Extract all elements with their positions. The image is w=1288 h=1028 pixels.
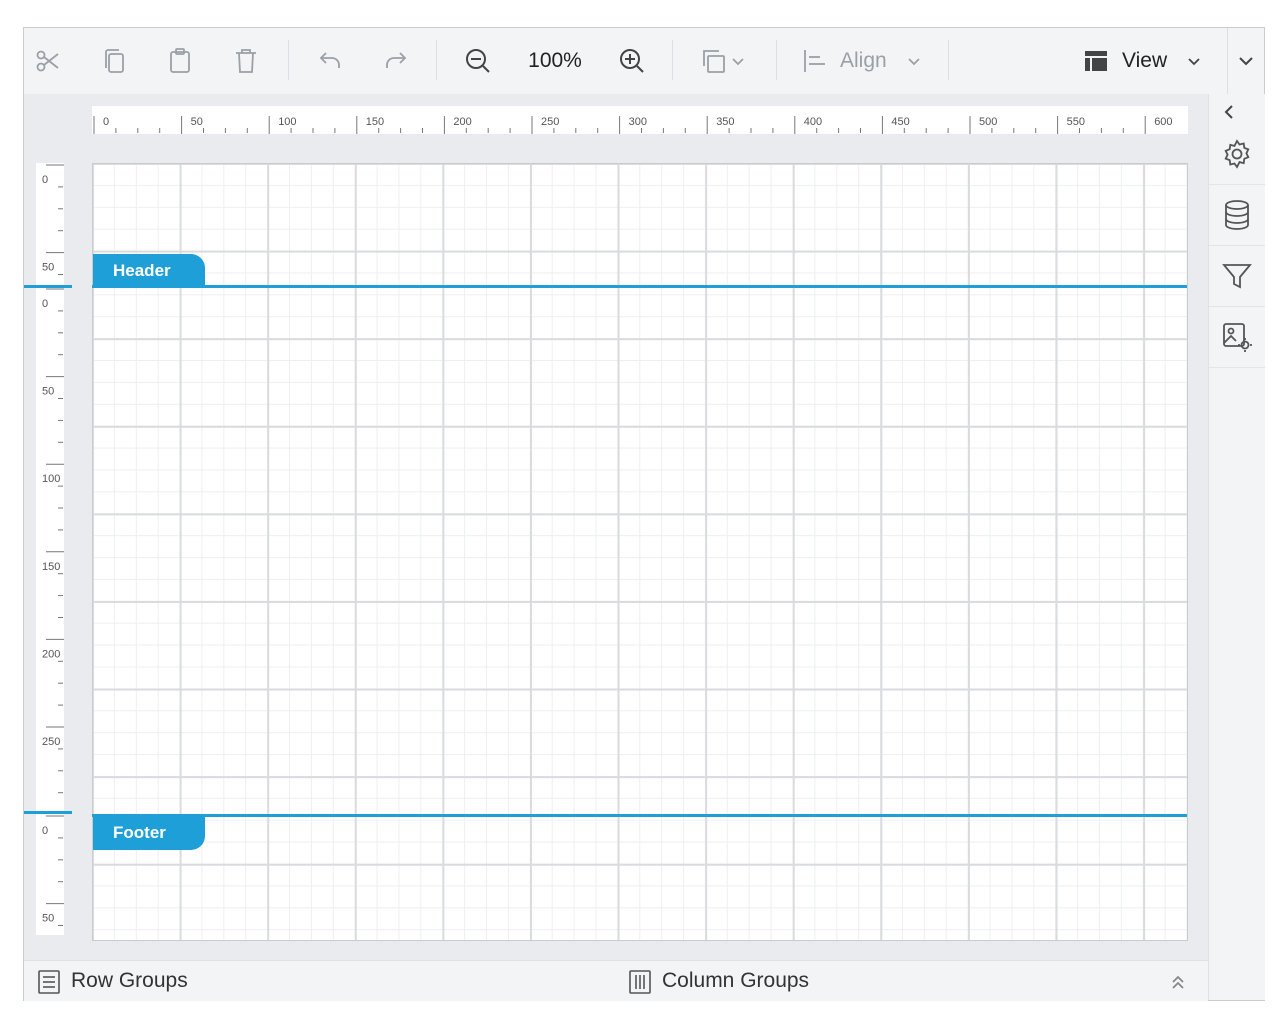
- filter-icon[interactable]: [1209, 246, 1265, 307]
- ruler-tick-label: 50: [42, 262, 54, 274]
- ruler-tick-label: 600: [1154, 116, 1172, 128]
- database-icon[interactable]: [1209, 185, 1265, 246]
- chevron-left-icon[interactable]: [1217, 100, 1241, 124]
- ruler-tick-label: 200: [42, 648, 60, 660]
- row-groups-icon: [36, 969, 62, 995]
- zoom-level[interactable]: 100%: [520, 44, 590, 78]
- ruler-tick-label: 250: [42, 736, 60, 748]
- undo-icon[interactable]: [312, 44, 348, 78]
- ruler-tick-label: 0: [42, 174, 48, 186]
- header-band-tab[interactable]: Header: [93, 254, 205, 288]
- zoom-out-icon[interactable]: [460, 44, 496, 78]
- ruler-tick-label: 0: [103, 116, 109, 128]
- group-bar: Row Groups Column Groups: [24, 960, 1208, 1001]
- ruler-tick-label: 50: [42, 913, 54, 925]
- ruler-tick-label: 200: [453, 116, 471, 128]
- column-groups-label[interactable]: Column Groups: [662, 961, 809, 1001]
- ruler-tick-label: 450: [891, 116, 909, 128]
- bring-to-front-dropdown[interactable]: [692, 44, 754, 78]
- ruler-tick-label: 400: [804, 116, 822, 128]
- ruler-tick-label: 350: [716, 116, 734, 128]
- bring-to-front-icon: [703, 50, 725, 73]
- align-icon[interactable]: [796, 44, 832, 78]
- report-designer: 100% Align View 0 50 100 150 200 250 300…: [23, 27, 1265, 1001]
- zoom-in-icon[interactable]: [614, 44, 650, 78]
- trash-icon[interactable]: [228, 44, 264, 78]
- ruler-tick-label: 500: [979, 116, 997, 128]
- ruler-tick-label: 150: [42, 561, 60, 573]
- toolbar-overflow-chevron-icon[interactable]: [1232, 44, 1260, 78]
- redo-icon[interactable]: [378, 44, 414, 78]
- chevron-down-icon: [732, 58, 744, 66]
- chevron-down-icon[interactable]: [1182, 44, 1206, 78]
- ruler-tick-label: 50: [42, 386, 54, 398]
- ruler-tick-label: 550: [1067, 116, 1085, 128]
- ruler-tick-label: 300: [629, 116, 647, 128]
- toolbar: 100% Align View: [24, 28, 1264, 95]
- footer-band-tab[interactable]: Footer: [93, 816, 205, 850]
- vertical-ruler: 0 50 0 50 100 150 200 250 0 50: [36, 163, 64, 935]
- paste-icon[interactable]: [162, 44, 198, 78]
- ruler-tick-label: 100: [278, 116, 296, 128]
- image-settings-icon[interactable]: [1209, 307, 1265, 368]
- right-panel: [1208, 94, 1265, 1000]
- horizontal-ruler: 0 50 100 150 200 250 300 350 400 450 500 550 600: [92, 106, 1188, 134]
- column-groups-icon: [627, 969, 653, 995]
- settings-icon[interactable]: [1209, 124, 1265, 185]
- ruler-tick-label: 0: [42, 298, 48, 310]
- footer-band-line[interactable]: [92, 814, 1187, 817]
- ruler-tick-label: 100: [42, 473, 60, 485]
- expand-up-icon[interactable]: [1166, 969, 1190, 995]
- align-dropdown[interactable]: Align: [840, 44, 887, 78]
- ruler-tick-label: 150: [366, 116, 384, 128]
- ruler-tick-label: 0: [42, 825, 48, 837]
- copy-icon[interactable]: [96, 44, 132, 78]
- header-band-line[interactable]: [92, 285, 1187, 288]
- ruler-tick-label: 250: [541, 116, 559, 128]
- chevron-down-icon[interactable]: [902, 44, 926, 78]
- ruler-tick-label: 50: [191, 116, 203, 128]
- scissors-icon[interactable]: [30, 44, 66, 78]
- view-dropdown[interactable]: View: [1122, 44, 1167, 78]
- layout-icon[interactable]: [1078, 44, 1114, 78]
- report-design-canvas[interactable]: [92, 163, 1188, 941]
- row-groups-label[interactable]: Row Groups: [71, 961, 188, 1001]
